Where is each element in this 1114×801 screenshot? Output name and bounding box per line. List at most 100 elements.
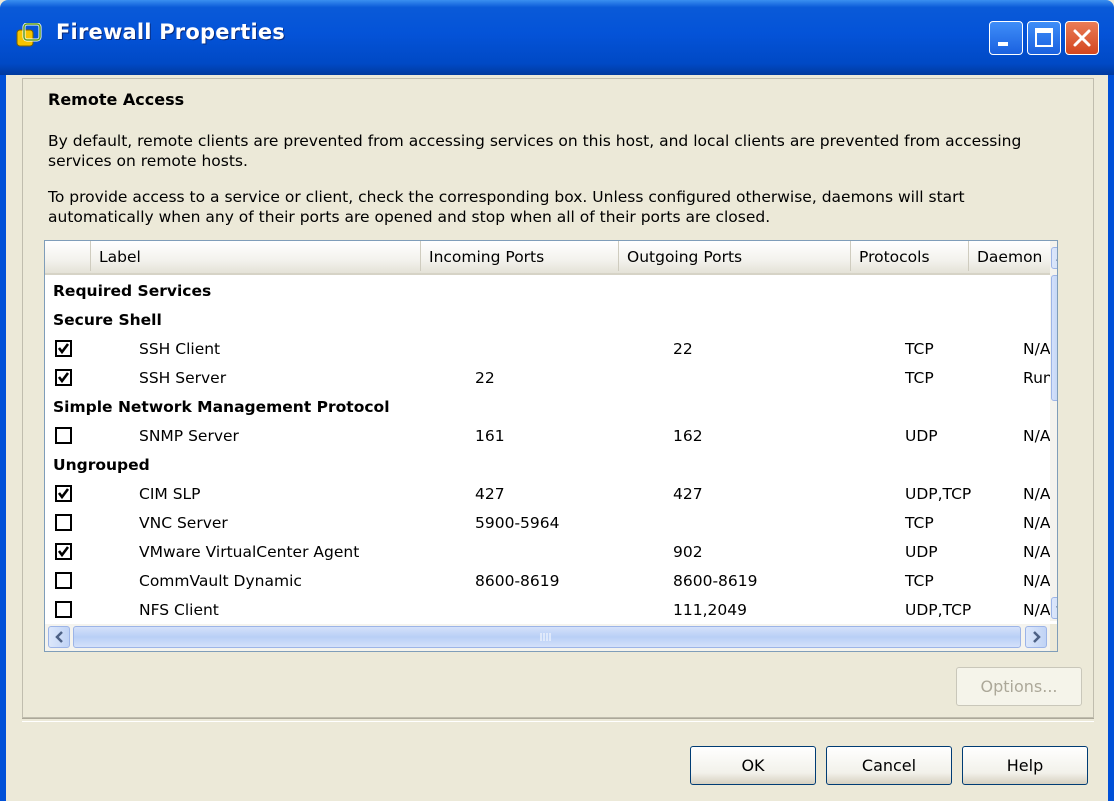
- checkmark-icon: [57, 343, 70, 355]
- group-label: Secure Shell: [53, 311, 162, 329]
- table-row[interactable]: SSH Server22TCPRunning: [45, 364, 1057, 393]
- cell-protocols: TCP: [905, 514, 934, 532]
- cell-protocols: UDP,TCP: [905, 485, 972, 503]
- cell-incoming-ports: 5900-5964: [475, 514, 560, 532]
- cell-daemon: N/A: [1023, 340, 1051, 358]
- cell-label: SNMP Server: [139, 427, 239, 445]
- cancel-button[interactable]: Cancel: [826, 746, 952, 785]
- window-frame-right: [1108, 75, 1114, 801]
- service-checkbox[interactable]: [55, 369, 72, 386]
- maximize-icon: [1035, 28, 1053, 47]
- cell-label: SSH Client: [139, 340, 221, 358]
- minimize-button[interactable]: [989, 21, 1023, 55]
- column-header-protocols[interactable]: Protocols: [851, 241, 969, 271]
- section-heading: Remote Access: [48, 90, 185, 109]
- separator: [22, 718, 1094, 722]
- table-group-row: Required Services: [45, 277, 1049, 306]
- service-checkbox[interactable]: [55, 543, 72, 560]
- help-button[interactable]: Help: [962, 746, 1088, 785]
- scroll-left-button[interactable]: [48, 626, 70, 648]
- arrow-left-icon: [55, 631, 63, 643]
- table-row[interactable]: NFS Client 111,2049 UDP,TCP N/A: [45, 596, 1051, 625]
- cell-daemon: N/A: [1023, 427, 1051, 445]
- cell-outgoing-ports: 162: [673, 427, 703, 445]
- cell-protocols: UDP: [905, 543, 938, 561]
- cell-label: VMware VirtualCenter Agent: [139, 543, 360, 561]
- cell-outgoing-ports: 8600-8619: [673, 572, 758, 590]
- table-group-row: Ungrouped: [45, 451, 1049, 480]
- window-title: Firewall Properties: [56, 20, 286, 44]
- close-button[interactable]: [1065, 21, 1099, 55]
- service-checkbox[interactable]: [55, 485, 72, 502]
- cell-outgoing-ports: 902: [673, 543, 703, 561]
- checkmark-icon: [57, 546, 70, 558]
- arrow-right-icon: [1033, 631, 1041, 643]
- options-button[interactable]: Options...: [956, 667, 1082, 706]
- cell-protocols: UDP: [905, 427, 938, 445]
- column-header-check[interactable]: [45, 241, 91, 271]
- horizontal-scroll-thumb[interactable]: [73, 626, 1021, 648]
- table-row[interactable]: VMware VirtualCenter Agent 902 UDP N/A: [45, 538, 1051, 567]
- scroll-up-button[interactable]: [1051, 247, 1057, 269]
- cell-label: CommVault Dynamic: [139, 572, 302, 590]
- cell-protocols: TCP: [905, 340, 934, 358]
- group-label: Required Services: [53, 282, 212, 300]
- maximize-button[interactable]: [1027, 21, 1061, 55]
- cell-incoming-ports: 161: [475, 427, 505, 445]
- arrow-down-icon: [1056, 606, 1057, 608]
- group-label: Ungrouped: [53, 456, 150, 474]
- window-frame-left: [0, 75, 6, 801]
- arrow-up-icon: [1056, 259, 1057, 261]
- cell-incoming-ports: 427: [475, 485, 505, 503]
- cell-label: CIM SLP: [139, 485, 201, 503]
- scroll-right-button[interactable]: [1025, 626, 1047, 648]
- scrollbar-corner: [1050, 624, 1057, 651]
- cell-label: VNC Server: [139, 514, 228, 532]
- cell-label: SSH Server: [139, 369, 227, 387]
- group-label: Simple Network Management Protocol: [53, 398, 390, 416]
- service-checkbox[interactable]: [55, 601, 72, 618]
- scroll-down-button[interactable]: [1051, 597, 1057, 619]
- checkmark-icon: [57, 372, 70, 384]
- table-group-row: Secure Shell: [45, 306, 1049, 335]
- checkmark-icon: [57, 488, 70, 500]
- cell-outgoing-ports: 111,2049: [673, 601, 747, 619]
- cell-daemon: N/A: [1023, 543, 1051, 561]
- grip-icon: [1052, 276, 1058, 400]
- table-group-row: Simple Network Management Protocol: [45, 393, 1049, 422]
- table-row[interactable]: SNMP Server 161 162 UDP N/A: [45, 422, 1051, 451]
- cell-daemon: N/A: [1023, 514, 1051, 532]
- vmware-logo-icon: [16, 23, 42, 47]
- minimize-icon: [998, 42, 1008, 46]
- cell-protocols: TCP: [905, 572, 934, 590]
- table-header: Label Incoming Ports Outgoing Ports Prot…: [45, 241, 1057, 275]
- cell-daemon: N/A: [1023, 601, 1051, 619]
- cell-daemon: N/A: [1023, 572, 1051, 590]
- cell-outgoing-ports: 22: [673, 340, 693, 358]
- table-row[interactable]: CommVault Dynamic 8600-8619 8600-8619 TCP N/…: [45, 567, 1051, 596]
- description-paragraph-2: To provide access to a service or client…: [48, 188, 965, 226]
- column-header-outgoing-ports[interactable]: Outgoing Ports: [619, 241, 851, 271]
- cell-incoming-ports: 8600-8619: [475, 572, 560, 590]
- table-row[interactable]: SSH Client 22 TCP N/A: [45, 335, 1051, 364]
- service-checkbox[interactable]: [55, 572, 72, 589]
- firewall-services-table[interactable]: Label Incoming Ports Outgoing Ports Prot…: [44, 240, 1058, 652]
- column-header-label[interactable]: Label: [91, 241, 421, 271]
- grip-icon: [540, 633, 551, 641]
- vertical-scroll-thumb[interactable]: [1051, 275, 1058, 401]
- cell-daemon: N/A: [1023, 485, 1051, 503]
- ok-button[interactable]: OK: [690, 746, 816, 785]
- service-checkbox[interactable]: [55, 340, 72, 357]
- cell-protocols: TCP: [905, 369, 934, 387]
- cell-protocols: UDP,TCP: [905, 601, 972, 619]
- title-bar[interactable]: Firewall Properties: [0, 0, 1114, 75]
- cell-outgoing-ports: 427: [673, 485, 703, 503]
- service-checkbox[interactable]: [55, 514, 72, 531]
- table-row[interactable]: VNC Server 5900-5964 TCP N/A: [45, 509, 1051, 538]
- close-icon: [1073, 29, 1091, 47]
- table-row[interactable]: CIM SLP 427 427 UDP,TCP N/A: [45, 480, 1051, 509]
- column-header-incoming-ports[interactable]: Incoming Ports: [421, 241, 619, 271]
- column-header-daemon[interactable]: Daemon: [969, 241, 1057, 271]
- service-checkbox[interactable]: [55, 427, 72, 444]
- description-paragraph-1: By default, remote clients are prevented…: [48, 132, 1022, 170]
